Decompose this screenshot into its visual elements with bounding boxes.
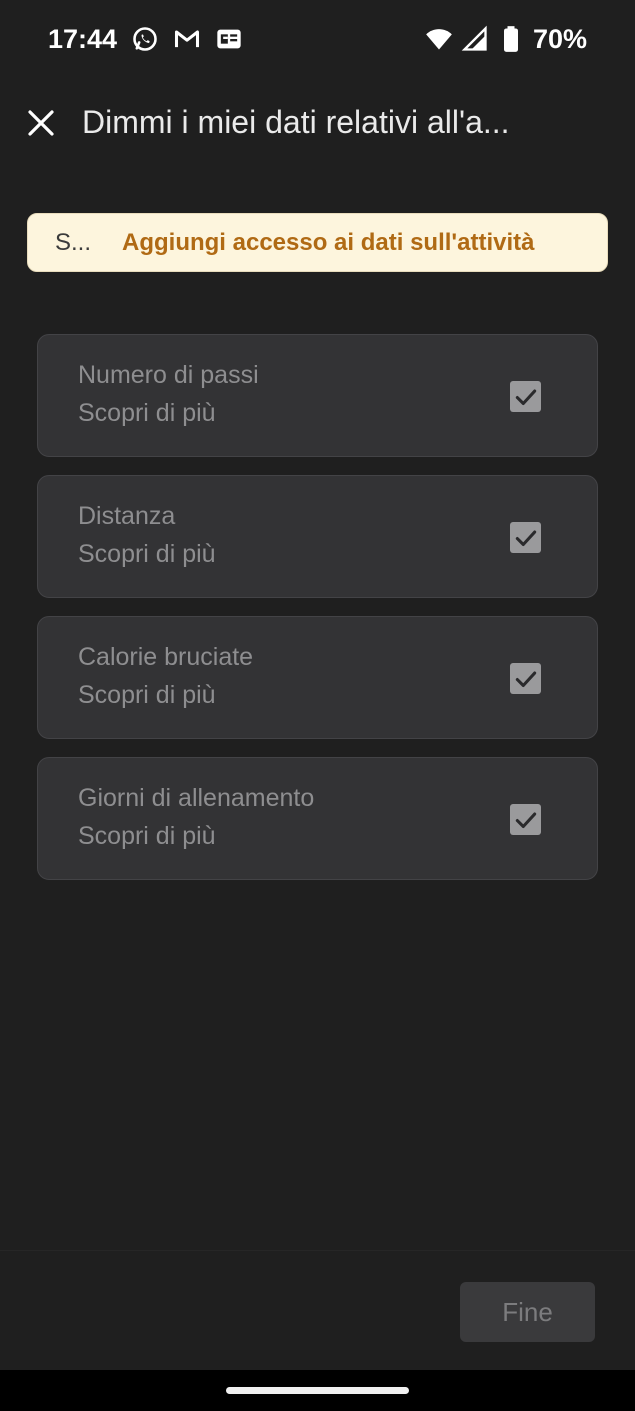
status-time: 17:44 bbox=[48, 23, 118, 54]
checkbox-distance[interactable] bbox=[510, 522, 541, 553]
add-access-button[interactable]: Aggiungi accesso ai dati sull'attività bbox=[122, 229, 534, 257]
item-title: Giorni di allenamento bbox=[78, 784, 315, 812]
learn-more-link[interactable]: Scopri di più bbox=[78, 399, 216, 428]
list-item-steps[interactable]: Numero di passi Scopri di più bbox=[37, 334, 598, 457]
checkbox-calories[interactable] bbox=[510, 663, 541, 694]
check-icon bbox=[515, 671, 536, 687]
list-item-calories[interactable]: Calorie bruciate Scopri di più bbox=[37, 616, 598, 739]
access-banner: S... Aggiungi accesso ai dati sull'attiv… bbox=[27, 213, 608, 272]
status-left: 17:44 bbox=[48, 24, 243, 55]
wifi-icon bbox=[425, 25, 453, 53]
whatsapp-icon bbox=[131, 25, 159, 53]
check-icon bbox=[515, 812, 536, 828]
item-title: Distanza bbox=[78, 502, 176, 530]
checkbox-steps[interactable] bbox=[510, 381, 541, 412]
news-icon bbox=[215, 25, 243, 53]
list-item-distance[interactable]: Distanza Scopri di più bbox=[37, 475, 598, 598]
battery-percent: 70% bbox=[532, 23, 587, 54]
close-icon bbox=[28, 110, 54, 136]
battery-icon bbox=[497, 25, 525, 53]
learn-more-link[interactable]: Scopri di più bbox=[78, 681, 216, 710]
signal-icon bbox=[461, 25, 489, 53]
page-title: Dimmi i miei dati relativi all'a... bbox=[82, 104, 510, 140]
checkbox-training-days[interactable] bbox=[510, 804, 541, 835]
gmail-icon bbox=[173, 25, 201, 53]
navigation-bar bbox=[0, 1370, 635, 1411]
gesture-handle[interactable] bbox=[226, 1387, 409, 1394]
banner-short-text: S... bbox=[55, 228, 92, 256]
status-bar: 17:44 70% bbox=[0, 0, 635, 78]
item-title: Numero di passi bbox=[78, 361, 259, 389]
learn-more-link[interactable]: Scopri di più bbox=[78, 822, 216, 851]
app-header: Dimmi i miei dati relativi all'a... bbox=[0, 96, 635, 156]
item-title: Calorie bruciate bbox=[78, 643, 254, 671]
check-icon bbox=[515, 389, 536, 405]
check-icon bbox=[515, 530, 536, 546]
list-item-training-days[interactable]: Giorni di allenamento Scopri di più bbox=[37, 757, 598, 880]
learn-more-link[interactable]: Scopri di più bbox=[78, 540, 216, 569]
close-button[interactable] bbox=[22, 104, 60, 142]
footer-divider bbox=[0, 1250, 635, 1251]
status-right: 70% bbox=[425, 24, 587, 55]
done-button[interactable]: Fine bbox=[460, 1282, 595, 1342]
